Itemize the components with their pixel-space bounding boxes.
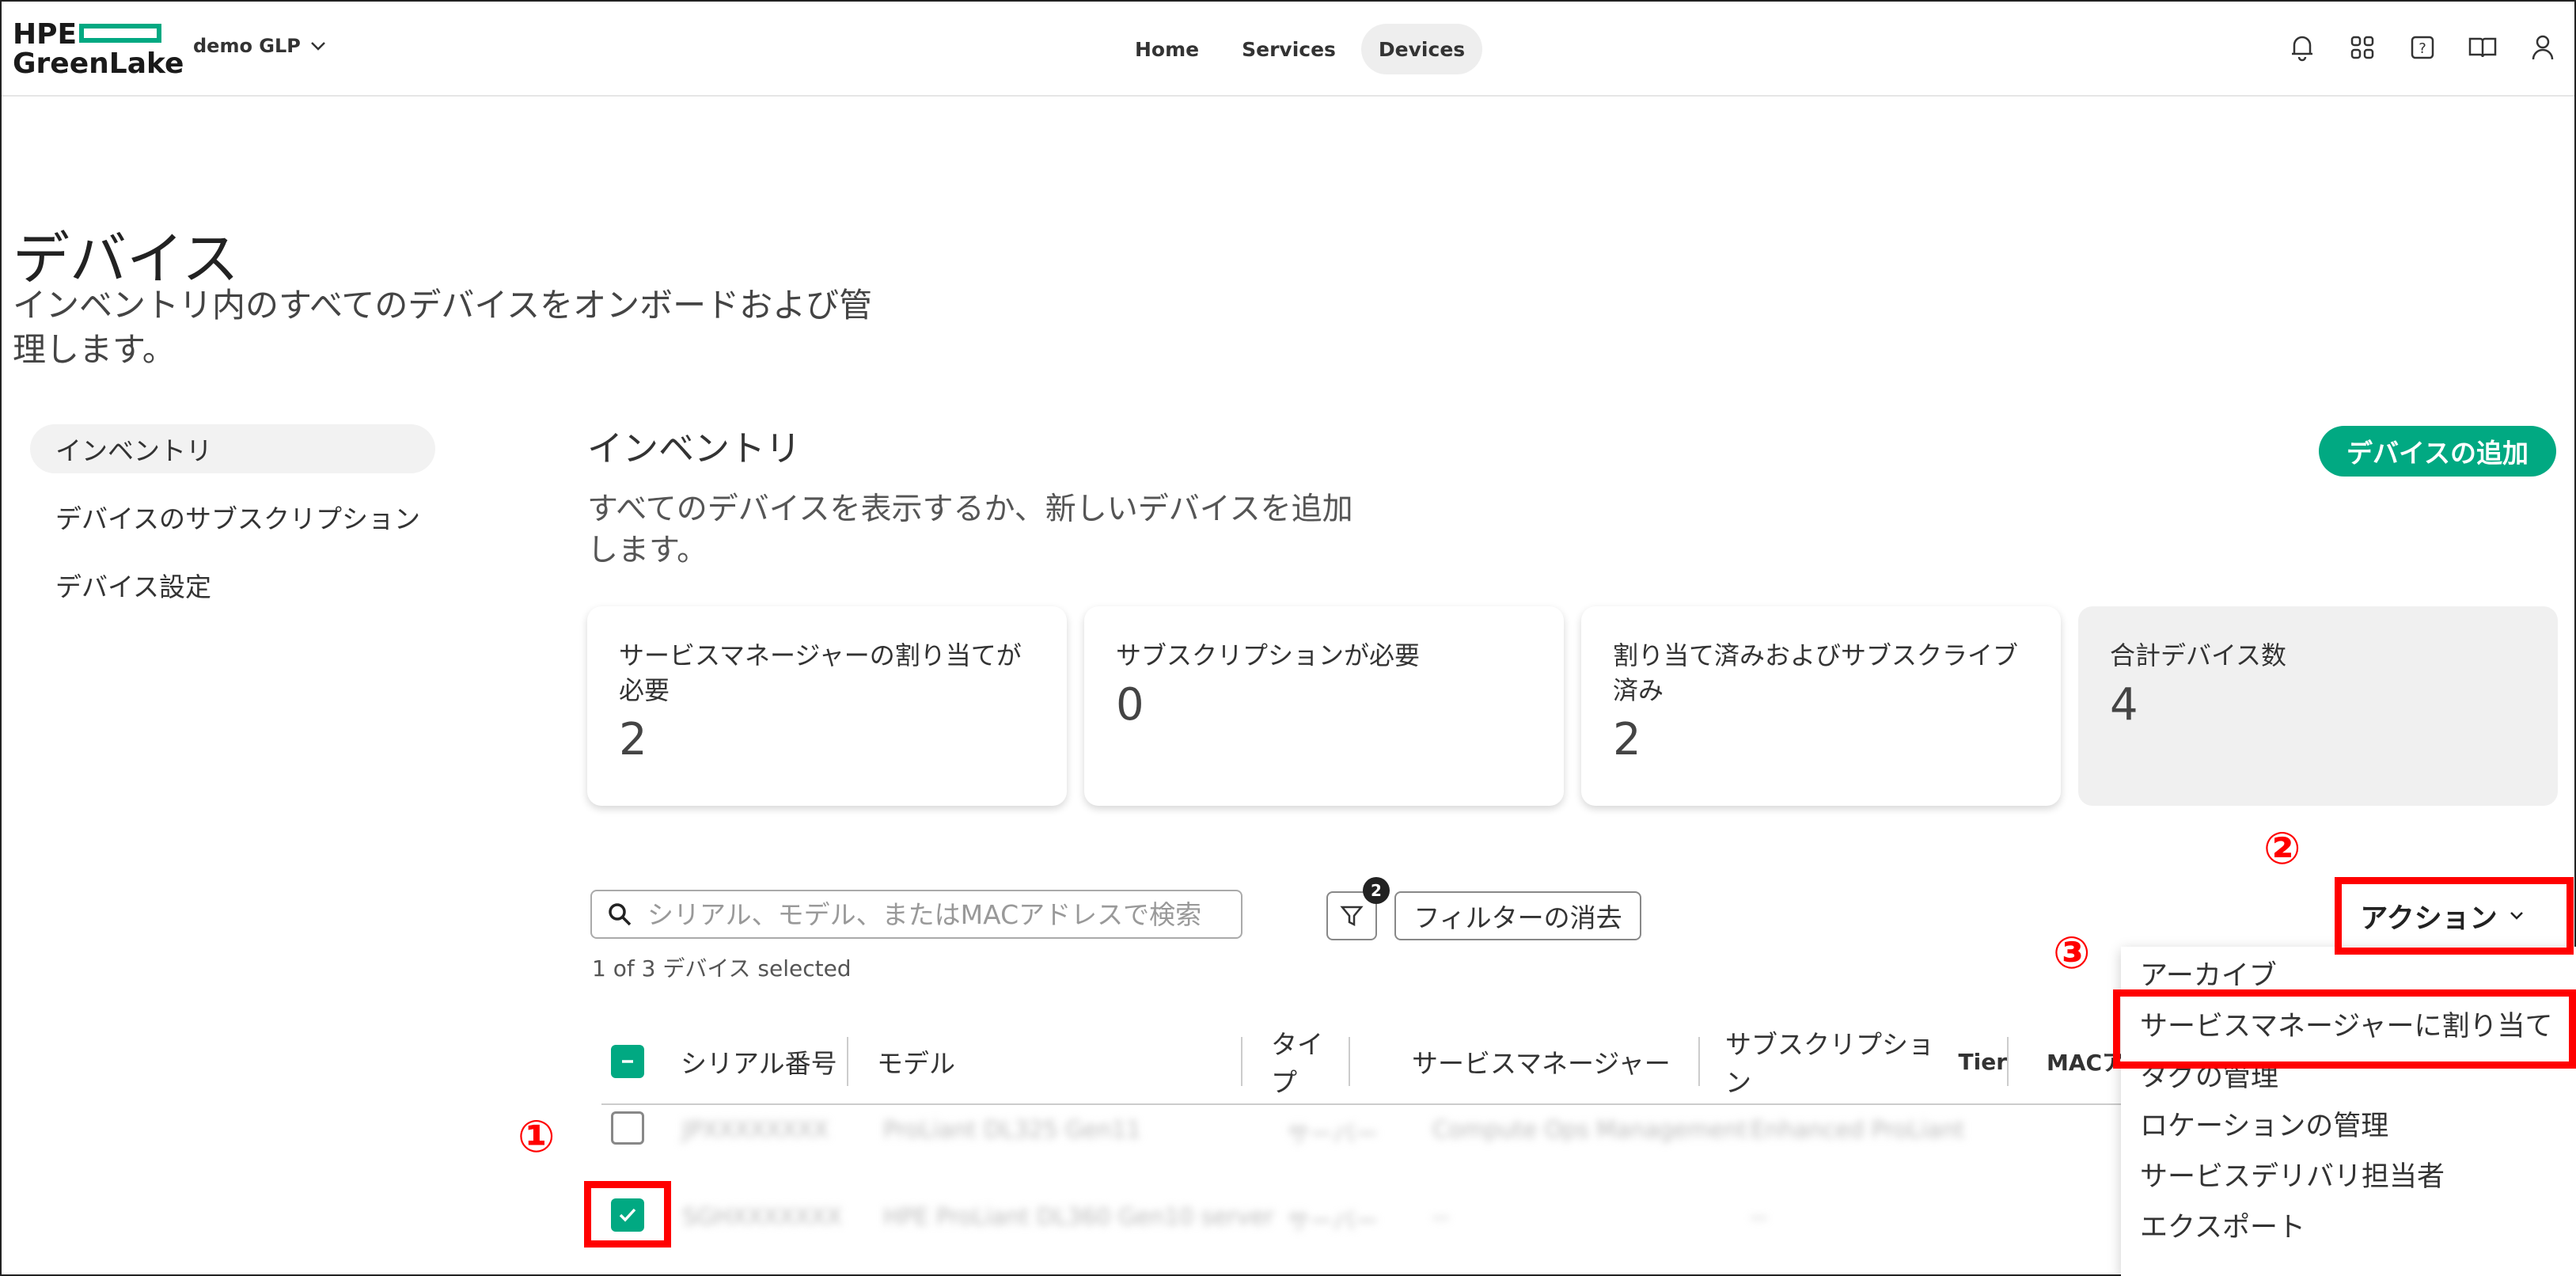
top-header: HPE GreenLake demo GLP Home Services Dev… <box>2 2 2574 97</box>
user-icon[interactable] <box>2527 30 2559 65</box>
card-label: サブスクリプションが必要 <box>1116 640 1421 670</box>
cell-model: HPE ProLiant DL360 Gen10 server <box>883 1203 1274 1230</box>
card-value: 2 <box>619 714 647 765</box>
cell-service-manager: -- <box>1432 1203 1449 1230</box>
nav-devices[interactable]: Devices <box>1360 24 1483 74</box>
card-value: 0 <box>1116 679 1144 731</box>
table-header: シリアル番号 モデル タイプ サービスマネージャー サブスクリプション Tier … <box>601 1029 2137 1098</box>
workspace-selector[interactable]: demo GLP <box>193 35 326 57</box>
inventory-title: インベントリ <box>587 427 802 469</box>
card-label: 割り当て済みおよびサブスクライブ済み <box>1613 640 2019 705</box>
card-total-devices[interactable]: 合計デバイス数 4 <box>2078 606 2558 806</box>
main-nav: Home Services Devices <box>1117 24 1483 74</box>
filter-icon <box>1340 906 1364 927</box>
header-icons: ? <box>2286 30 2559 65</box>
annotation-step-2: ② <box>2263 823 2301 875</box>
annotation-box-assign-menu-item <box>2113 989 2576 1069</box>
search-input[interactable] <box>646 898 1203 931</box>
annotation-step-3: ③ <box>2053 928 2091 979</box>
cell-subscription: -- <box>1751 1203 1767 1230</box>
card-assigned-subscribed[interactable]: 割り当て済みおよびサブスクライブ済み 2 <box>1581 606 2061 806</box>
column-model[interactable]: モデル <box>877 1037 1242 1086</box>
logo-greenlake-text: GreenLake <box>13 47 184 80</box>
nav-home[interactable]: Home <box>1117 24 1216 74</box>
column-tier-label: Tier <box>1958 1048 2008 1075</box>
hpe-greenlake-logo[interactable]: HPE GreenLake <box>13 18 184 79</box>
card-needs-subscription[interactable]: サブスクリプションが必要 0 <box>1084 606 1564 806</box>
table-divider <box>601 1103 2129 1105</box>
row-checkbox[interactable] <box>611 1111 644 1145</box>
column-subscription-label: サブスクリプション <box>1725 1029 1934 1098</box>
card-value: 4 <box>2110 679 2138 731</box>
cell-service-manager: Compute Ops Management <box>1432 1116 1748 1143</box>
menu-item-archive[interactable]: アーカイブ <box>2140 953 2277 993</box>
page-description: インベントリ内のすべてのデバイスをオンボードおよび管理します。 <box>13 286 873 369</box>
nav-services[interactable]: Services <box>1224 24 1353 74</box>
cell-type: サーバー <box>1287 1121 1379 1148</box>
card-label: サービスマネージャーの割り当てが必要 <box>619 640 1022 705</box>
selection-count: 1 of 3 デバイス selected <box>592 955 852 982</box>
column-subscription-tier[interactable]: サブスクリプション Tier <box>1725 1029 2009 1098</box>
cell-serial: SGHXXXXXXX <box>682 1203 842 1230</box>
search-box[interactable] <box>590 890 1242 939</box>
menu-item-export[interactable]: エクスポート <box>2140 1205 2305 1245</box>
card-needs-service-manager[interactable]: サービスマネージャーの割り当てが必要 2 <box>587 606 1067 806</box>
bell-icon[interactable] <box>2286 30 2318 65</box>
column-serial[interactable]: シリアル番号 <box>681 1037 848 1086</box>
chevron-down-icon <box>311 42 325 51</box>
menu-item-manage-locations[interactable]: ロケーションの管理 <box>2140 1103 2388 1144</box>
clear-filters-button[interactable]: フィルターの消去 <box>1394 891 1641 940</box>
logo-hpe-text: HPE <box>13 18 78 51</box>
column-type[interactable]: タイプ <box>1271 1029 1350 1098</box>
help-icon[interactable]: ? <box>2407 30 2438 65</box>
cell-type: サーバー <box>1287 1208 1379 1235</box>
card-value: 2 <box>1613 714 1641 765</box>
workspace-name: demo GLP <box>193 35 301 57</box>
sidebar-item-device-subscriptions[interactable]: デバイスのサブスクリプション <box>30 492 435 541</box>
svg-text:?: ? <box>2419 40 2426 57</box>
annotation-box-actions <box>2335 877 2574 955</box>
cell-serial: JPXXXXXXXX <box>682 1116 829 1143</box>
sidebar-item-inventory[interactable]: インベントリ <box>30 424 435 473</box>
filter-count-badge: 2 <box>1363 877 1390 904</box>
inventory-description: すべてのデバイスを表示するか、新しいデバイスを追加します。 <box>587 492 1353 568</box>
menu-item-service-delivery-contact[interactable]: サービスデリバリ担当者 <box>2140 1154 2445 1194</box>
column-service-manager[interactable]: サービスマネージャー <box>1412 1037 1700 1086</box>
add-device-button[interactable]: デバイスの追加 <box>2319 426 2556 477</box>
annotation-step-1: ① <box>518 1111 556 1163</box>
sidebar: インベントリ デバイスのサブスクリプション デバイス設定 <box>30 424 435 629</box>
cell-model: ProLiant DL325 Gen11 <box>883 1116 1141 1143</box>
apps-grid-icon[interactable] <box>2346 30 2378 65</box>
cell-subscription: Enhanced ProLiant <box>1751 1116 1965 1143</box>
annotation-box-checkbox <box>584 1181 671 1248</box>
logo-bar-icon <box>79 24 161 43</box>
sidebar-item-device-settings[interactable]: デバイス設定 <box>30 560 435 610</box>
search-icon <box>609 903 632 926</box>
book-icon[interactable] <box>2467 30 2498 65</box>
card-label: 合計デバイス数 <box>2110 640 2287 670</box>
